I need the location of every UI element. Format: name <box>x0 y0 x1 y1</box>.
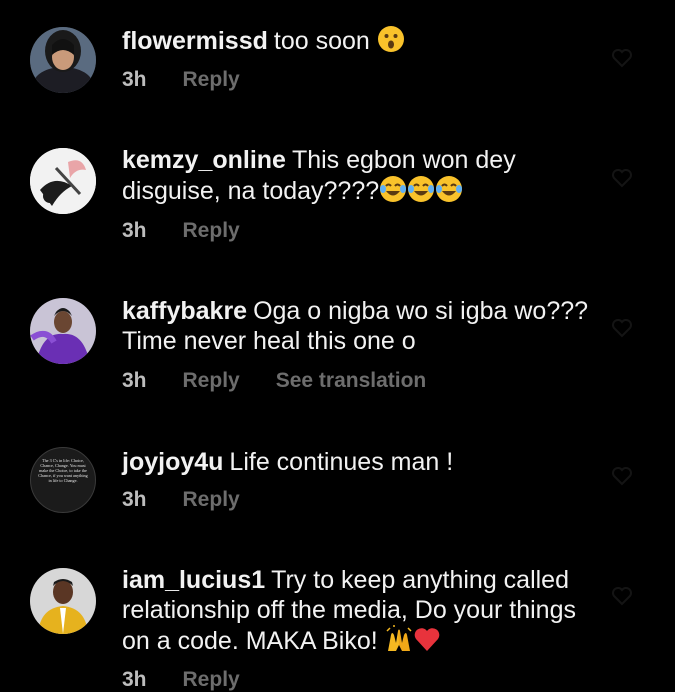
comment-username[interactable]: kemzy_online <box>122 146 286 174</box>
red-heart-emoji <box>413 625 441 660</box>
heart-icon[interactable] <box>611 586 633 606</box>
heart-icon[interactable] <box>611 466 633 486</box>
reply-button[interactable]: Reply <box>183 68 240 92</box>
avatar[interactable] <box>30 568 96 634</box>
tears-of-joy-emoji <box>379 175 407 210</box>
comment-username[interactable]: kaffybakre <box>122 297 247 325</box>
heart-icon[interactable] <box>611 48 633 68</box>
raising-hands-emoji <box>385 625 413 660</box>
comment-meta: 3h Reply <box>122 668 276 692</box>
heart-icon[interactable] <box>611 318 633 338</box>
comment-time: 3h <box>122 488 147 511</box>
comment-text: iam_lucius1 Try to keep anything called r… <box>122 565 602 660</box>
comment-body: too soon <box>273 27 370 55</box>
comment-body: Life continues man ! <box>229 448 454 476</box>
comment-text: flowermissd too soon <box>122 25 602 60</box>
comment-time: 3h <box>122 219 147 242</box>
comment-meta: 3h Reply See translation <box>122 369 462 393</box>
avatar[interactable] <box>30 27 96 93</box>
comment-time: 3h <box>122 668 147 691</box>
tears-of-joy-emoji <box>407 175 435 210</box>
astonished-face-emoji <box>377 25 405 60</box>
comment-text: kemzy_online This egbon won dey disguise,… <box>122 145 602 210</box>
comment-username[interactable]: flowermissd <box>122 27 268 55</box>
comment-username[interactable]: joyjoy4u <box>122 448 223 476</box>
comment-meta: 3h Reply <box>122 219 276 243</box>
comment-time: 3h <box>122 68 147 91</box>
comment-text: joyjoy4u Life continues man ! <box>122 447 602 477</box>
avatar[interactable] <box>30 298 96 364</box>
see-translation-button[interactable]: See translation <box>276 369 427 393</box>
comment-meta: 3h Reply <box>122 488 276 512</box>
tears-of-joy-emoji <box>435 175 463 210</box>
reply-button[interactable]: Reply <box>183 488 240 512</box>
avatar-quote-text: The 3 C's in life: Choice, Chance, Chang… <box>38 458 88 483</box>
comment-username[interactable]: iam_lucius1 <box>122 566 265 594</box>
avatar[interactable] <box>30 148 96 214</box>
comment-text: kaffybakre Oga o nigba wo si igba wo??? T… <box>122 296 602 356</box>
avatar[interactable]: The 3 C's in life: Choice, Chance, Chang… <box>30 447 96 513</box>
comment-time: 3h <box>122 369 147 392</box>
comment-meta: 3h Reply <box>122 68 276 92</box>
reply-button[interactable]: Reply <box>183 219 240 243</box>
reply-button[interactable]: Reply <box>183 668 240 692</box>
reply-button[interactable]: Reply <box>183 369 240 393</box>
heart-icon[interactable] <box>611 168 633 188</box>
